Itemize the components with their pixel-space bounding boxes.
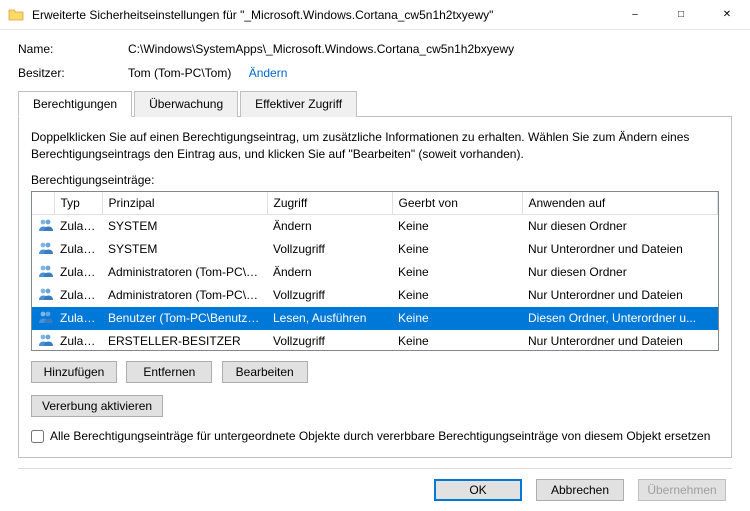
cell-inherited: Keine bbox=[392, 238, 522, 261]
tab-permissions[interactable]: Berechtigungen bbox=[18, 91, 132, 117]
cell-type: Zulas... bbox=[54, 307, 102, 330]
tab-effective-access[interactable]: Effektiver Zugriff bbox=[240, 91, 357, 117]
col-header-type[interactable]: Typ bbox=[54, 192, 102, 215]
col-header-access[interactable]: Zugriff bbox=[267, 192, 392, 215]
add-button[interactable]: Hinzufügen bbox=[31, 361, 117, 383]
group-icon bbox=[38, 333, 54, 350]
window-title: Erweiterte Sicherheitseinstellungen für … bbox=[30, 8, 612, 22]
minimize-button[interactable]: – bbox=[612, 0, 658, 30]
owner-label: Besitzer: bbox=[18, 66, 128, 80]
grid-buttons: Hinzufügen Entfernen Bearbeiten bbox=[31, 361, 719, 383]
cell-applies: Nur diesen Ordner bbox=[522, 214, 718, 238]
row-icon-cell bbox=[32, 238, 54, 261]
cell-applies: Nur Unterordner und Dateien bbox=[522, 238, 718, 261]
cell-applies: Diesen Ordner, Unterordner u... bbox=[522, 307, 718, 330]
replace-children-label: Alle Berechtigungseinträge für untergeor… bbox=[50, 429, 710, 443]
tabstrip: Berechtigungen Überwachung Effektiver Zu… bbox=[18, 90, 732, 117]
folder-icon bbox=[8, 7, 24, 23]
row-icon-cell bbox=[32, 261, 54, 284]
cell-applies: Nur Unterordner und Dateien bbox=[522, 330, 718, 351]
cell-type: Zulas... bbox=[54, 330, 102, 351]
titlebar: Erweiterte Sicherheitseinstellungen für … bbox=[0, 0, 750, 30]
cell-inherited: Keine bbox=[392, 330, 522, 351]
group-icon bbox=[38, 310, 54, 327]
permissions-grid[interactable]: Typ Prinzipal Zugriff Geerbt von Anwende… bbox=[31, 191, 719, 351]
remove-button[interactable]: Entfernen bbox=[126, 361, 212, 383]
replace-children-checkbox[interactable] bbox=[31, 430, 44, 443]
cell-inherited: Keine bbox=[392, 307, 522, 330]
cell-applies: Nur Unterordner und Dateien bbox=[522, 284, 718, 307]
owner-row: Besitzer: Tom (Tom-PC\Tom) Ändern bbox=[18, 66, 732, 80]
entries-label: Berechtigungseinträge: bbox=[31, 173, 719, 187]
cell-access: Vollzugriff bbox=[267, 330, 392, 351]
cell-principal: ERSTELLER-BESITZER bbox=[102, 330, 267, 351]
row-icon-cell bbox=[32, 307, 54, 330]
table-row[interactable]: Zulas...SYSTEMVollzugriffKeineNur Untero… bbox=[32, 238, 718, 261]
table-row[interactable]: Zulas...ERSTELLER-BESITZERVollzugriffKei… bbox=[32, 330, 718, 351]
tab-auditing[interactable]: Überwachung bbox=[134, 91, 238, 117]
replace-children-row[interactable]: Alle Berechtigungseinträge für untergeor… bbox=[31, 429, 719, 443]
close-button[interactable]: ✕ bbox=[704, 0, 750, 30]
cell-principal: SYSTEM bbox=[102, 238, 267, 261]
col-header-icon[interactable] bbox=[32, 192, 54, 215]
group-icon bbox=[38, 264, 54, 281]
owner-value: Tom (Tom-PC\Tom) bbox=[128, 66, 231, 80]
enable-inheritance-button[interactable]: Vererbung aktivieren bbox=[31, 395, 163, 417]
cell-principal: Benutzer (Tom-PC\Benutzer) bbox=[102, 307, 267, 330]
name-value: C:\Windows\SystemApps\_Microsoft.Windows… bbox=[128, 42, 514, 56]
dialog-footer: OK Abbrechen Übernehmen bbox=[18, 468, 732, 501]
cell-inherited: Keine bbox=[392, 261, 522, 284]
cell-principal: Administratoren (Tom-PC\A... bbox=[102, 284, 267, 307]
col-header-applies[interactable]: Anwenden auf bbox=[522, 192, 718, 215]
cell-inherited: Keine bbox=[392, 214, 522, 238]
inherit-row: Vererbung aktivieren bbox=[31, 395, 719, 417]
group-icon bbox=[38, 287, 54, 304]
cell-access: Vollzugriff bbox=[267, 284, 392, 307]
col-header-inherited[interactable]: Geerbt von bbox=[392, 192, 522, 215]
group-icon bbox=[38, 218, 54, 235]
name-label: Name: bbox=[18, 42, 128, 56]
cell-access: Ändern bbox=[267, 214, 392, 238]
cell-access: Lesen, Ausführen bbox=[267, 307, 392, 330]
row-icon-cell bbox=[32, 214, 54, 238]
cell-applies: Nur diesen Ordner bbox=[522, 261, 718, 284]
cancel-button[interactable]: Abbrechen bbox=[536, 479, 624, 501]
apply-button[interactable]: Übernehmen bbox=[638, 479, 726, 501]
group-icon bbox=[38, 241, 54, 258]
cell-type: Zulas... bbox=[54, 214, 102, 238]
maximize-button[interactable]: □ bbox=[658, 0, 704, 30]
row-icon-cell bbox=[32, 284, 54, 307]
instruction-text: Doppelklicken Sie auf einen Berechtigung… bbox=[31, 129, 719, 163]
table-row[interactable]: Zulas...Benutzer (Tom-PC\Benutzer)Lesen,… bbox=[32, 307, 718, 330]
row-icon-cell bbox=[32, 330, 54, 351]
cell-inherited: Keine bbox=[392, 284, 522, 307]
cell-access: Vollzugriff bbox=[267, 238, 392, 261]
edit-button[interactable]: Bearbeiten bbox=[222, 361, 308, 383]
cell-type: Zulas... bbox=[54, 261, 102, 284]
cell-principal: Administratoren (Tom-PC\A... bbox=[102, 261, 267, 284]
table-row[interactable]: Zulas...SYSTEMÄndernKeineNur diesen Ordn… bbox=[32, 214, 718, 238]
ok-button[interactable]: OK bbox=[434, 479, 522, 501]
tab-panel-permissions: Doppelklicken Sie auf einen Berechtigung… bbox=[18, 117, 732, 458]
cell-principal: SYSTEM bbox=[102, 214, 267, 238]
content-area: Name: C:\Windows\SystemApps\_Microsoft.W… bbox=[0, 30, 750, 511]
table-row[interactable]: Zulas...Administratoren (Tom-PC\A...Voll… bbox=[32, 284, 718, 307]
name-row: Name: C:\Windows\SystemApps\_Microsoft.W… bbox=[18, 42, 732, 56]
cell-access: Ändern bbox=[267, 261, 392, 284]
cell-type: Zulas... bbox=[54, 238, 102, 261]
cell-type: Zulas... bbox=[54, 284, 102, 307]
grid-header-row: Typ Prinzipal Zugriff Geerbt von Anwende… bbox=[32, 192, 718, 215]
change-owner-link[interactable]: Ändern bbox=[249, 66, 288, 80]
table-row[interactable]: Zulas...Administratoren (Tom-PC\A...Ände… bbox=[32, 261, 718, 284]
col-header-principal[interactable]: Prinzipal bbox=[102, 192, 267, 215]
